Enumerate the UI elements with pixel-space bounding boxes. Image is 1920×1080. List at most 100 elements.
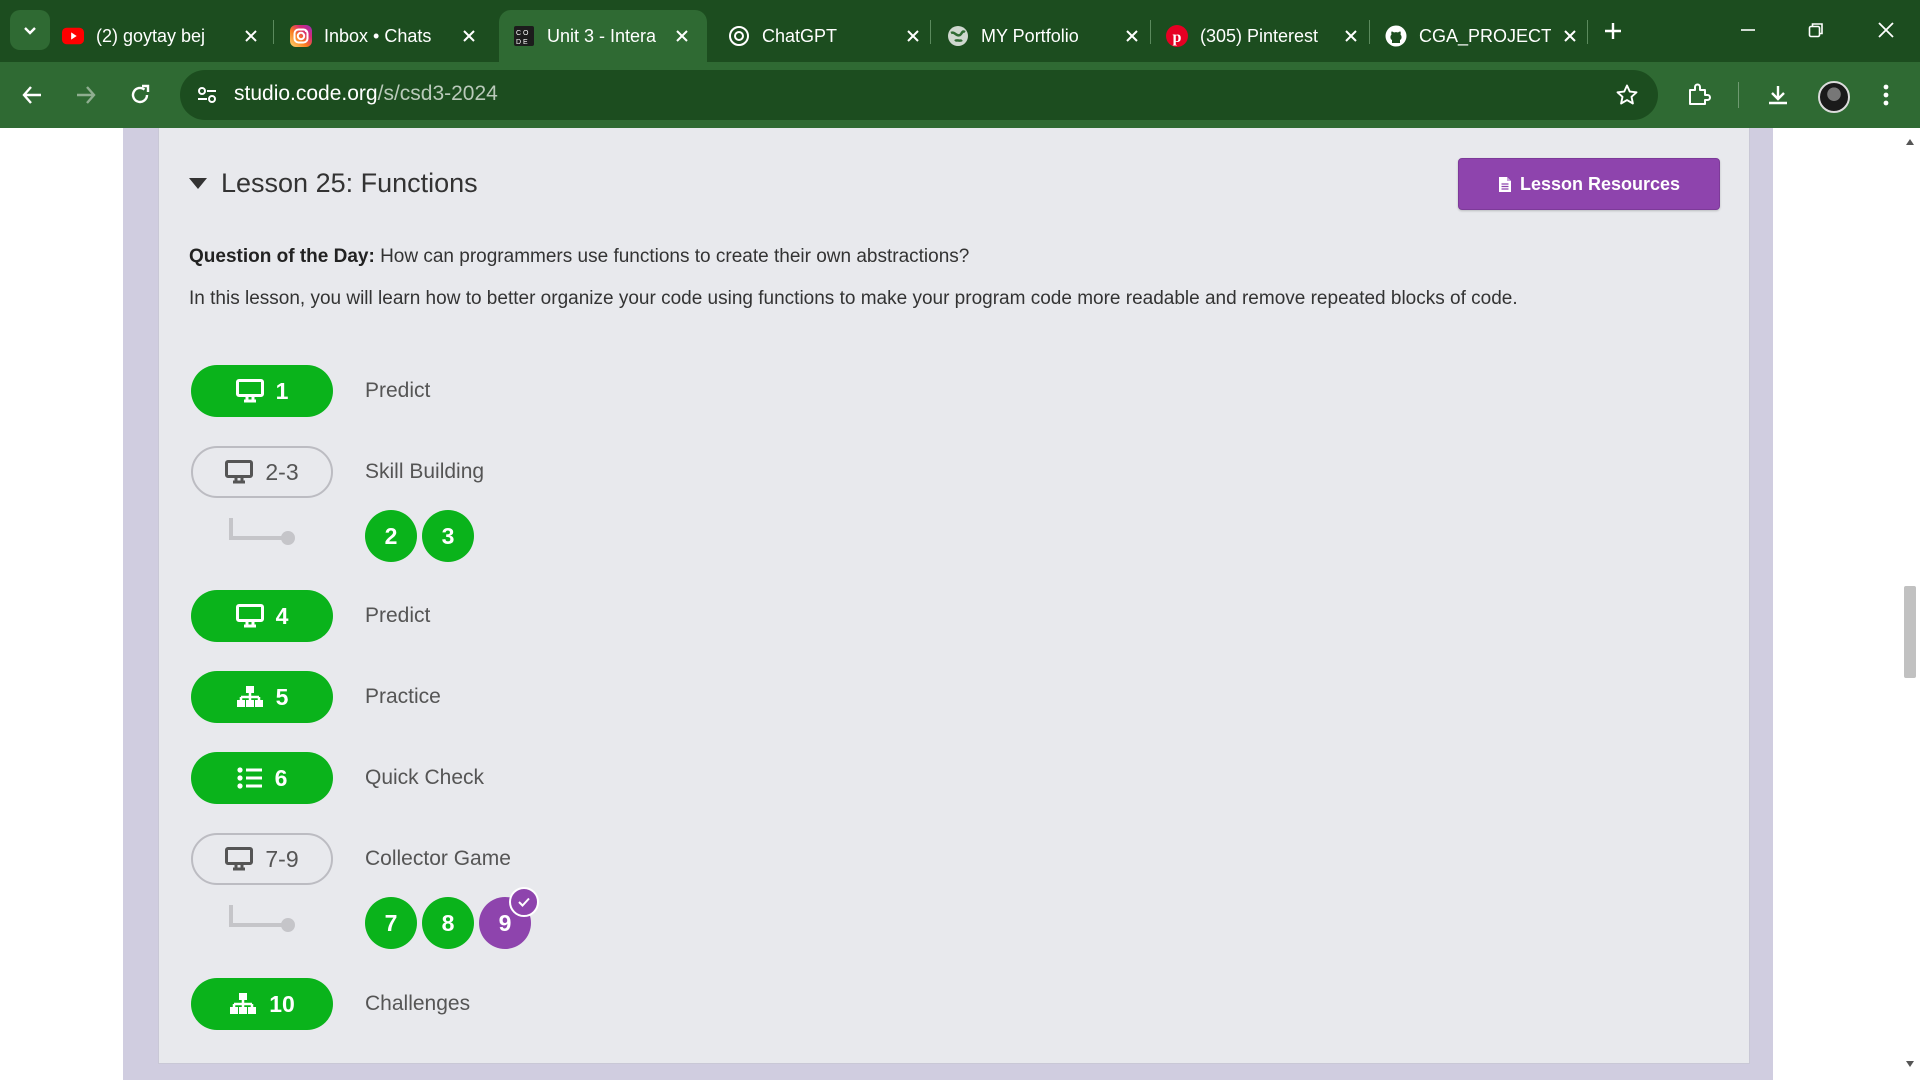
instagram-icon	[290, 25, 312, 47]
close-tab-icon[interactable]	[1121, 25, 1143, 47]
browser-menu-button[interactable]	[1866, 75, 1906, 115]
collapse-caret-icon[interactable]	[189, 178, 207, 189]
url-text[interactable]: studio.code.org/s/csd3-2024	[234, 82, 498, 106]
scrollbar-thumb[interactable]	[1904, 586, 1916, 678]
arrow-left-icon	[22, 86, 41, 104]
question-of-the-day: Question of the Day: How can programmers…	[189, 246, 969, 268]
level-pill[interactable]: 5	[191, 671, 333, 723]
lesson-resources-label: Lesson Resources	[1519, 173, 1681, 194]
level-pill[interactable]: 2-3	[191, 446, 333, 498]
close-tab-icon[interactable]	[1559, 25, 1581, 47]
tab-title: Unit 3 - Intera	[547, 25, 657, 46]
tab-divider	[273, 20, 274, 44]
tab-title: CGA_PROJECT	[1419, 25, 1551, 46]
level-label[interactable]: Challenges	[365, 992, 470, 1016]
toolbar-divider	[1738, 82, 1739, 108]
tab-strip: (2) goytay bej Inbox • Chats C O D E Unit…	[0, 0, 1920, 62]
reload-icon	[131, 84, 150, 104]
lesson-resources-button[interactable]: Lesson Resources	[1458, 158, 1720, 210]
sublevel-bubble[interactable]: 3	[422, 510, 474, 562]
tab-instagram[interactable]: Inbox • Chats	[290, 10, 480, 62]
close-tab-icon[interactable]	[458, 25, 480, 47]
level-number: 7-9	[265, 845, 299, 872]
page-viewport: Lesson 25: Functions Lesson Resources Qu…	[0, 128, 1900, 1080]
close-tab-icon[interactable]	[902, 25, 924, 47]
level-number: 2-3	[265, 458, 299, 485]
level-number: 6	[274, 764, 288, 791]
profile-avatar[interactable]	[1818, 81, 1850, 113]
level-label[interactable]: Practice	[365, 685, 441, 709]
sublevel-bubble[interactable]: 2	[365, 510, 417, 562]
level-label[interactable]: Predict	[365, 379, 430, 403]
restore-button[interactable]	[1786, 8, 1846, 52]
tab-pinterest[interactable]: p (305) Pinterest	[1166, 10, 1362, 62]
level-pill[interactable]: 6	[191, 752, 333, 804]
minimize-button[interactable]	[1718, 8, 1778, 52]
sublevel-bubble[interactable]: 8	[422, 897, 474, 949]
tab-title: ChatGPT	[762, 25, 838, 46]
kebab-menu-icon	[1883, 84, 1889, 106]
tab-divider	[1369, 20, 1370, 44]
plus-icon	[1605, 23, 1621, 39]
level-number: 10	[269, 990, 295, 1017]
tab-title: (305) Pinterest	[1200, 25, 1319, 46]
level-label[interactable]: Quick Check	[365, 766, 484, 790]
scroll-up-arrow-icon[interactable]	[1904, 136, 1916, 148]
page-scrollbar[interactable]	[1900, 128, 1920, 1080]
youtube-icon	[62, 25, 84, 47]
back-button[interactable]	[12, 75, 52, 115]
qotd-label: Question of the Day:	[189, 246, 375, 267]
browser-toolbar: studio.code.org/s/csd3-2024	[0, 62, 1920, 128]
downloads-button[interactable]	[1758, 75, 1798, 115]
current-sublevel-bubble[interactable]: 9	[479, 887, 539, 949]
forward-button[interactable]	[66, 75, 106, 115]
github-icon	[1385, 25, 1407, 47]
level-label[interactable]: Skill Building	[365, 460, 484, 484]
document-icon	[1498, 176, 1512, 193]
scroll-down-arrow-icon[interactable]	[1904, 1058, 1916, 1070]
new-tab-button[interactable]	[1596, 14, 1630, 48]
level-number: 4	[275, 602, 289, 629]
level-pill[interactable]: 7-9	[191, 833, 333, 885]
address-bar[interactable]: studio.code.org/s/csd3-2024	[180, 70, 1658, 120]
lesson-title: Lesson 25: Functions	[221, 168, 478, 198]
lesson-header[interactable]: Lesson 25: Functions	[189, 168, 478, 199]
level-label[interactable]: Collector Game	[365, 847, 511, 871]
reload-button[interactable]	[120, 75, 160, 115]
tab-chatgpt[interactable]: ChatGPT	[728, 10, 924, 62]
close-window-button[interactable]	[1856, 8, 1916, 52]
check-icon	[509, 887, 539, 917]
bookmark-star-icon[interactable]	[1612, 80, 1642, 110]
extensions-button[interactable]	[1679, 75, 1719, 115]
level-label[interactable]: Predict	[365, 604, 430, 628]
close-tab-icon[interactable]	[671, 25, 693, 47]
level-pill[interactable]: 10	[191, 978, 333, 1030]
tab-code-org[interactable]: C O D E Unit 3 - Intera	[499, 10, 707, 62]
monitor-icon	[235, 379, 264, 403]
download-icon	[1769, 86, 1787, 105]
minimize-icon	[1741, 29, 1755, 31]
tab-search-button[interactable]	[10, 10, 50, 50]
restore-icon	[1808, 23, 1823, 38]
sublevel-connector	[229, 518, 295, 545]
pinterest-icon: p	[1166, 25, 1188, 47]
code-org-icon: C O D E	[513, 25, 535, 47]
tab-divider	[1150, 20, 1151, 44]
chevron-down-icon	[24, 27, 36, 35]
qotd-text: How can programmers use functions to cre…	[374, 246, 970, 267]
svg-text:p: p	[1173, 29, 1182, 46]
level-pill[interactable]: 4	[191, 590, 333, 642]
svg-text:D E: D E	[516, 39, 528, 46]
tab-portfolio[interactable]: MY Portfolio	[947, 10, 1143, 62]
close-tab-icon[interactable]	[1340, 25, 1362, 47]
tab-youtube[interactable]: (2) goytay bej	[62, 10, 262, 62]
sublevel-bubble[interactable]: 7	[365, 897, 417, 949]
tab-github[interactable]: CGA_PROJECT	[1385, 10, 1581, 62]
tab-divider	[1587, 20, 1588, 44]
site-info-icon[interactable]	[192, 80, 222, 110]
level-pill[interactable]: 1	[191, 365, 333, 417]
close-tab-icon[interactable]	[240, 25, 262, 47]
url-path: /s/csd3-2024	[377, 82, 498, 105]
lesson-card: Lesson 25: Functions Lesson Resources Qu…	[158, 128, 1750, 1064]
sitemap-icon	[236, 685, 264, 709]
